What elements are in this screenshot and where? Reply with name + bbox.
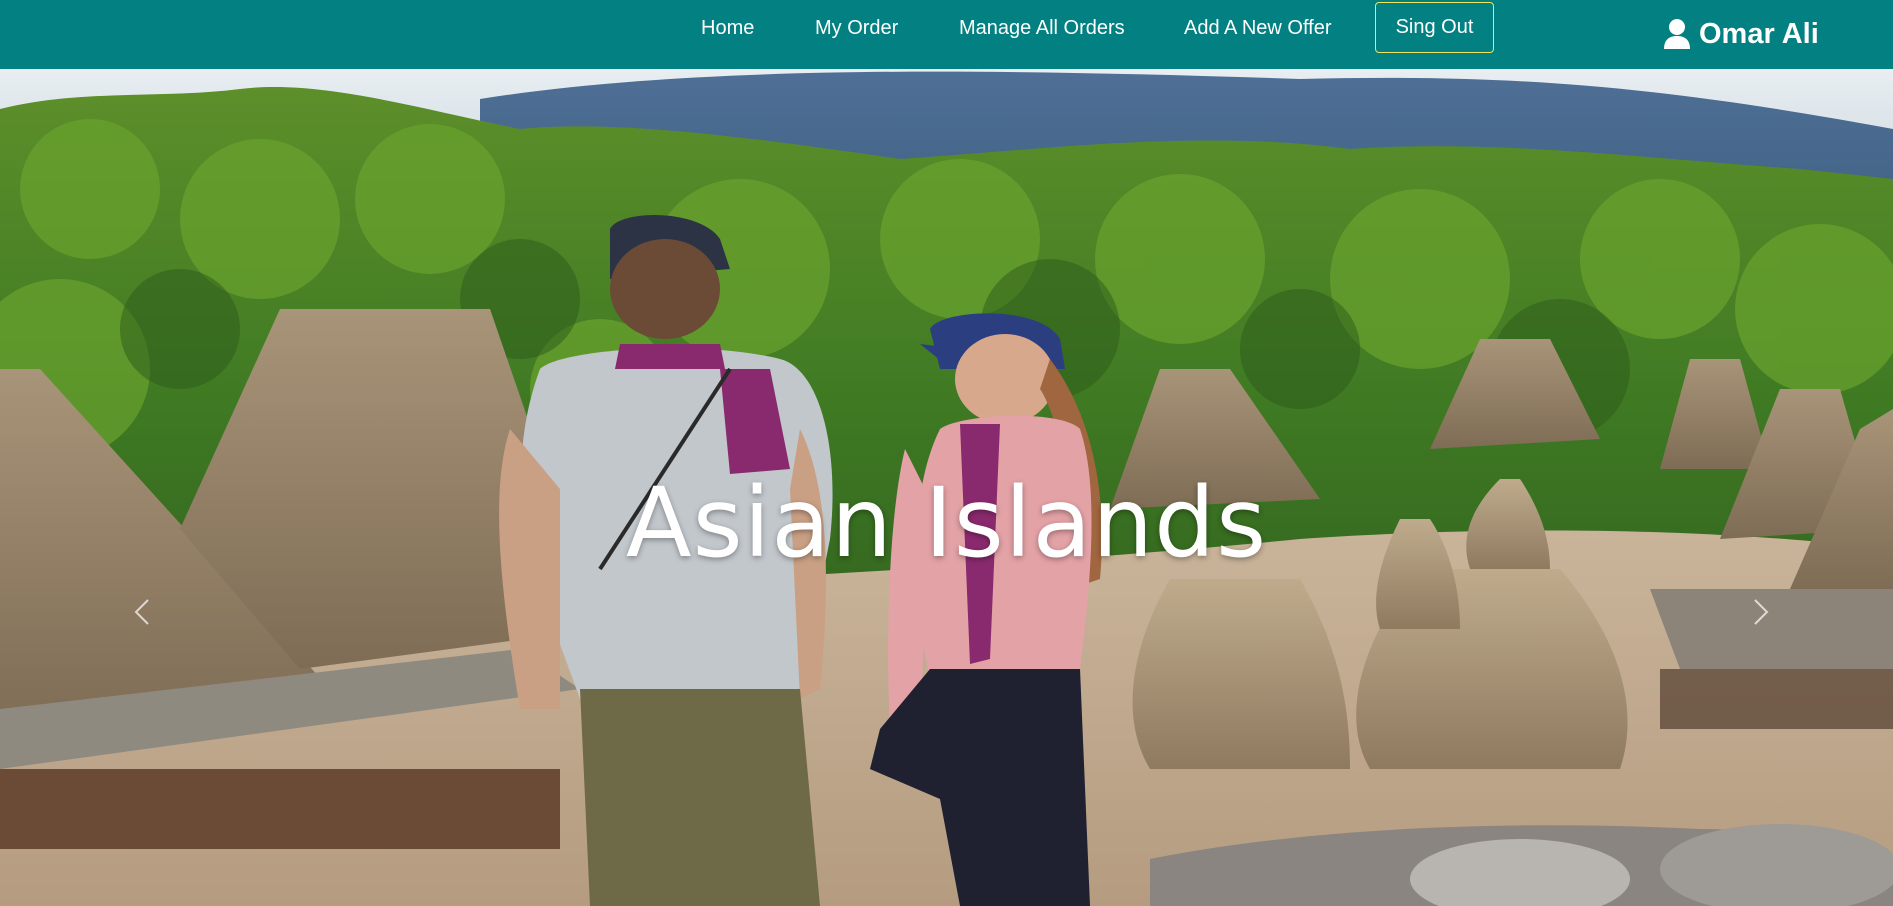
top-navbar: Home My Order Manage All Orders Add A Ne… <box>0 0 1893 69</box>
carousel-next-button[interactable] <box>1745 592 1775 632</box>
nav-link-home[interactable]: Home <box>701 17 754 39</box>
chevron-left-icon <box>134 599 149 625</box>
hero-carousel: Asian Islands <box>0 69 1893 906</box>
user-name: Omar Ali <box>1699 17 1819 50</box>
user-profile[interactable]: Omar Ali <box>1663 14 1819 54</box>
nav-link-manage-all-orders[interactable]: Manage All Orders <box>959 17 1125 39</box>
sign-out-button[interactable]: Sing Out <box>1375 2 1494 53</box>
nav-link-my-order[interactable]: My Order <box>815 17 898 39</box>
chevron-right-icon <box>1754 599 1769 625</box>
hero-title: Asian Islands <box>625 467 1268 579</box>
nav-link-add-new-offer[interactable]: Add A New Offer <box>1184 17 1332 39</box>
nav-links: Home My Order Manage All Orders Add A Ne… <box>0 0 1893 69</box>
user-icon <box>1663 18 1691 50</box>
carousel-prev-button[interactable] <box>128 592 158 632</box>
